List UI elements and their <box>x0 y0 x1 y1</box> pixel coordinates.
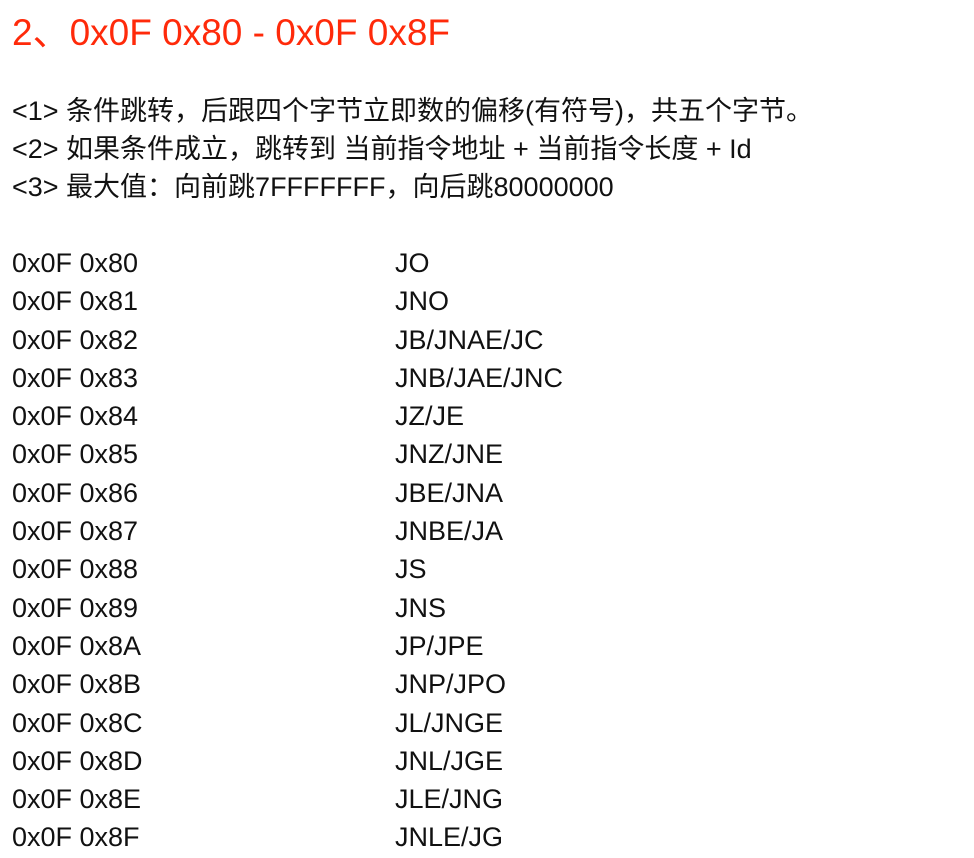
opcode: 0x0F 0x8A <box>12 630 142 661</box>
mnemonic: JNZ/JNE <box>395 439 503 470</box>
mnemonic: JL/JNGE <box>395 707 504 738</box>
opcode: 0x0F 0x89 <box>12 592 139 623</box>
opcode: 0x0F 0x8D <box>12 745 143 776</box>
opcode: 0x0F 0x87 <box>12 516 139 547</box>
opcode: 0x0F 0x8F <box>12 822 140 853</box>
notes: <1> 条件跳转，后跟四个字节立即数的偏移(有符号)，共五个字节。 <2> 如果… <box>12 92 813 206</box>
opcode: 0x0F 0x8E <box>12 784 142 815</box>
opcode: 0x0F 0x80 <box>12 248 139 278</box>
opcode: 0x0F 0x82 <box>12 324 139 355</box>
mnemonic: JO <box>395 248 430 278</box>
opcode: 0x0F 0x8B <box>12 669 142 700</box>
opcode: 0x0F 0x88 <box>12 554 139 585</box>
mnemonic: JS <box>395 554 427 585</box>
note-3: <3> 最大值：向前跳7FFFFFFF，向后跳80000000 <box>12 172 614 202</box>
mnemonic: JNL/JGE <box>395 745 504 776</box>
mnemonic: JNP/JPO <box>395 669 507 700</box>
mnemonic: JP/JPE <box>395 630 484 661</box>
note-1: <1> 条件跳转，后跟四个字节立即数的偏移(有符号)，共五个字节。 <box>12 96 814 126</box>
mnemonic: JNB/JAE/JNC <box>395 362 564 393</box>
mnemonic: JNS <box>395 592 447 623</box>
opcode: 0x0F 0x81 <box>12 286 139 317</box>
opcode: 0x0F 0x85 <box>12 439 139 470</box>
mnemonic: JBE/JNA <box>395 477 504 508</box>
opcode: 0x0F 0x86 <box>12 477 139 508</box>
mnemonic: JNLE/JG <box>395 822 504 853</box>
mnemonic: JNO <box>395 286 449 317</box>
mnemonic: JNBE/JA <box>395 516 504 547</box>
page-title: 2、0x0F 0x80 - 0x0F 0x8F <box>12 12 451 53</box>
mnemonic: JB/JNAE/JC <box>395 324 544 355</box>
mnemonic: JZ/JE <box>395 401 465 432</box>
opcode: 0x0F 0x84 <box>12 401 139 432</box>
note-2: <2> 如果条件成立，跳转到 当前指令地址 + 当前指令长度 + Id <box>12 134 752 164</box>
opcode: 0x0F 0x83 <box>12 362 139 393</box>
opcode: 0x0F 0x8C <box>12 707 143 738</box>
mnemonic: JLE/JNG <box>395 784 504 815</box>
